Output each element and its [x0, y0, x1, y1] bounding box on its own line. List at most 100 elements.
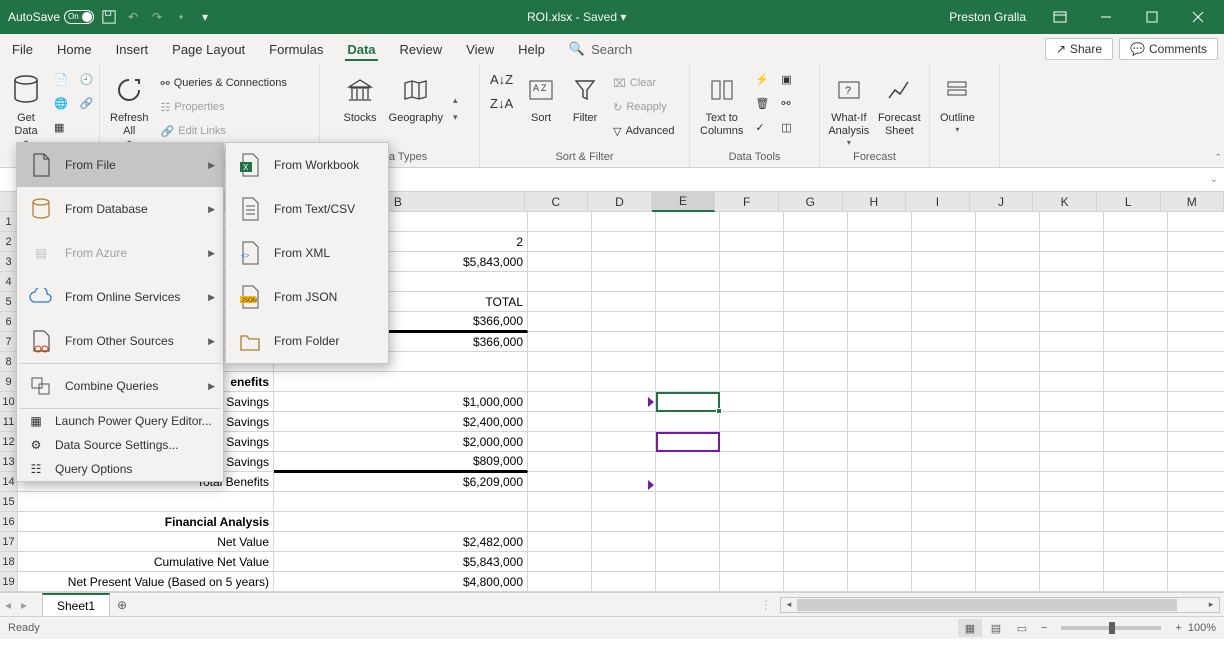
- cell[interactable]: [912, 312, 976, 332]
- cell[interactable]: [976, 532, 1040, 552]
- cell[interactable]: [976, 372, 1040, 392]
- cell[interactable]: [720, 532, 784, 552]
- cell[interactable]: [656, 292, 720, 312]
- menu-from-folder[interactable]: From Folder: [226, 319, 388, 363]
- cell[interactable]: [848, 412, 912, 432]
- cell[interactable]: [528, 292, 592, 312]
- cell[interactable]: [848, 352, 912, 372]
- cell[interactable]: [720, 352, 784, 372]
- cell[interactable]: [1104, 512, 1168, 532]
- cell[interactable]: [528, 532, 592, 552]
- cell[interactable]: [848, 272, 912, 292]
- cell[interactable]: [1168, 292, 1224, 312]
- cell[interactable]: [976, 312, 1040, 332]
- cell[interactable]: [592, 532, 656, 552]
- cell[interactable]: [784, 472, 848, 492]
- cell[interactable]: [1168, 252, 1224, 272]
- cell[interactable]: [848, 492, 912, 512]
- tab-help[interactable]: Help: [506, 34, 557, 64]
- outline-button[interactable]: Outline ▾: [936, 68, 979, 136]
- tab-home[interactable]: Home: [45, 34, 104, 64]
- cell[interactable]: [976, 512, 1040, 532]
- cell[interactable]: [912, 512, 976, 532]
- collapse-ribbon-icon[interactable]: ˆ: [1216, 153, 1220, 165]
- menu-query-options[interactable]: ☷ Query Options: [17, 457, 223, 481]
- col-header-e[interactable]: E: [652, 192, 716, 212]
- cell[interactable]: [656, 272, 720, 292]
- cell[interactable]: [528, 472, 592, 492]
- row-header[interactable]: 15: [0, 492, 18, 512]
- cell[interactable]: [1040, 572, 1104, 592]
- advanced-filter-button[interactable]: ▽Advanced: [609, 120, 678, 142]
- cell[interactable]: [656, 352, 720, 372]
- cell[interactable]: [528, 232, 592, 252]
- cell[interactable]: [784, 412, 848, 432]
- cell[interactable]: [656, 232, 720, 252]
- cell[interactable]: [1040, 212, 1104, 232]
- cell[interactable]: [656, 472, 720, 492]
- cell[interactable]: [1168, 352, 1224, 372]
- cell[interactable]: [1104, 412, 1168, 432]
- cell[interactable]: Net Value: [18, 532, 274, 552]
- cell[interactable]: [274, 512, 528, 532]
- from-text-csv-small-icon[interactable]: 📄: [50, 68, 72, 90]
- menu-combine[interactable]: Combine Queries▶: [17, 364, 223, 408]
- data-validation-icon[interactable]: ✓: [751, 116, 773, 138]
- zoom-percent[interactable]: 100%: [1188, 622, 1216, 634]
- cell[interactable]: [592, 212, 656, 232]
- cell[interactable]: [976, 472, 1040, 492]
- data-types-more-icon[interactable]: ▴: [451, 93, 460, 108]
- cell[interactable]: [592, 392, 656, 412]
- cell[interactable]: [848, 552, 912, 572]
- cell[interactable]: [848, 312, 912, 332]
- cell[interactable]: [1040, 392, 1104, 412]
- cell[interactable]: [1168, 472, 1224, 492]
- from-web-small-icon[interactable]: 🌐: [50, 92, 72, 114]
- cell[interactable]: [784, 372, 848, 392]
- cell[interactable]: [528, 412, 592, 432]
- tab-review[interactable]: Review: [388, 34, 455, 64]
- cell[interactable]: [656, 552, 720, 572]
- cell[interactable]: [592, 552, 656, 572]
- get-data-button[interactable]: Get Data ▾: [6, 68, 46, 149]
- add-sheet-button[interactable]: ⊕: [110, 598, 134, 612]
- data-types-more-icon[interactable]: ▾: [451, 110, 460, 125]
- sheet-tab-sheet1[interactable]: Sheet1: [42, 593, 110, 616]
- cell[interactable]: [784, 352, 848, 372]
- cell[interactable]: [1168, 552, 1224, 572]
- cell[interactable]: [1168, 572, 1224, 592]
- cell[interactable]: $1,000,000: [274, 392, 528, 412]
- col-header-d[interactable]: D: [588, 192, 652, 212]
- cell[interactable]: [912, 572, 976, 592]
- zoom-in-icon[interactable]: +: [1175, 622, 1181, 634]
- cell[interactable]: [912, 332, 976, 352]
- tab-file[interactable]: File: [0, 34, 45, 64]
- cell[interactable]: [976, 292, 1040, 312]
- cell[interactable]: [1040, 272, 1104, 292]
- cell[interactable]: [912, 412, 976, 432]
- cell[interactable]: [656, 532, 720, 552]
- tell-me-search[interactable]: 🔍 Search: [557, 41, 644, 57]
- cell[interactable]: [1104, 272, 1168, 292]
- cell[interactable]: [528, 252, 592, 272]
- clear-filter-button[interactable]: ⌧Clear: [609, 72, 678, 94]
- page-layout-view-icon[interactable]: ▤: [984, 619, 1008, 637]
- cell[interactable]: [720, 372, 784, 392]
- cell[interactable]: [528, 212, 592, 232]
- cell[interactable]: [528, 352, 592, 372]
- cell[interactable]: $4,800,000: [274, 572, 528, 592]
- cell[interactable]: [528, 332, 592, 352]
- cell[interactable]: [592, 232, 656, 252]
- cell[interactable]: [912, 352, 976, 372]
- cell[interactable]: [912, 272, 976, 292]
- cell[interactable]: Cumulative Net Value: [18, 552, 274, 572]
- cell[interactable]: [1168, 452, 1224, 472]
- filter-button[interactable]: Filter: [565, 68, 605, 127]
- cell[interactable]: [528, 312, 592, 332]
- cell[interactable]: [784, 552, 848, 572]
- cell[interactable]: [592, 452, 656, 472]
- cell[interactable]: [976, 232, 1040, 252]
- cell[interactable]: [656, 372, 720, 392]
- cell[interactable]: [1104, 532, 1168, 552]
- cell[interactable]: [1104, 452, 1168, 472]
